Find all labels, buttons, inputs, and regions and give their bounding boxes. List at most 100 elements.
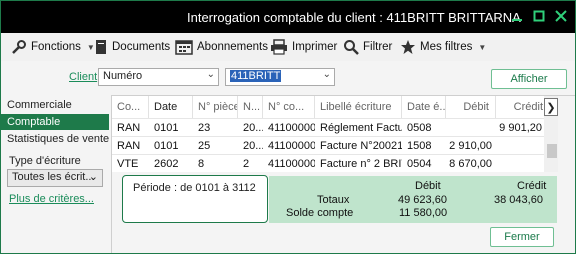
field-select-value: Numéro [103,70,143,82]
cell-account: 41100000 [268,158,315,170]
cell-credit: 9 901,20 [499,122,542,134]
entry-type-value: Toutes les écrit... [12,171,95,183]
toolbar: Fonctions ▼ Documents Abonnements Imprim… [1,33,575,62]
cell-n: 2 [243,158,250,170]
cell-credit [496,137,546,155]
close-button[interactable]: Fermer [490,227,554,247]
cell-piece: 23 [198,122,211,134]
chevron-down-icon: ⌄ [322,69,331,80]
show-button[interactable]: Afficher [491,69,567,89]
entries-table: Co... Date ▲ N° pièce N... N° co... Libe… [112,96,558,172]
cell-label: Réglement Facture [320,122,402,134]
documents-label: Documents [112,41,171,53]
functions-button[interactable]: Fonctions ▼ [11,39,95,55]
column-header-n[interactable]: N... [238,96,263,118]
cell-account: 41100000 [268,140,315,152]
wrench-icon [12,40,26,54]
cell-account: 41100000 [268,122,315,134]
cell-piece: 8 [198,158,205,170]
star-icon [401,40,415,54]
balance-debit-value: 11 580,00 [399,207,448,219]
printer-icon [271,39,287,55]
scrollbar-thumb[interactable] [547,144,557,158]
more-criteria-link[interactable]: Plus de critères... [9,193,94,205]
column-header-debit[interactable]: Débit [446,96,496,118]
accounting-query-window: Interrogation comptable du client : 411B… [0,0,576,254]
period-text: Période : de 0101 à 3112 [133,182,256,194]
totals-credit-header: Crédit [517,180,547,192]
cell-date: 2602 [154,158,179,170]
client-input-value: 411BRITT [230,70,282,82]
documents-button[interactable]: Documents [94,39,170,55]
client-link[interactable]: Client [69,71,97,83]
chevron-down-icon: ⌄ [88,171,98,183]
subscriptions-button[interactable]: Abonnements [175,39,268,55]
cell-due-date: 0504 [407,158,432,170]
print-label: Imprimer [292,41,338,53]
calendar-icon [175,40,193,55]
entry-type-select[interactable]: Toutes les écrit... ⌄ [7,169,103,187]
sidebar: Commerciale Comptable Statistiques de ve… [1,95,112,253]
column-header-code[interactable]: Co... [112,96,149,118]
balance-label: Solde compte [286,207,354,219]
cell-label: Facture n° 2 BRITTA [320,158,402,170]
chevron-down-icon: ▼ [478,42,487,52]
entry-type-label: Type d'écriture [9,155,81,167]
period-box: Période : de 0101 à 3112 [122,175,268,223]
filter-button[interactable]: Filtrer [343,39,392,55]
table-row[interactable]: RAN 0101 23 20... 41100000 Réglement Fac… [112,118,558,137]
filter-label: Filtrer [363,41,393,53]
functions-label: Fonctions [31,41,81,53]
totals-debit-header: Débit [415,180,441,192]
window-scrollbar[interactable] [558,96,575,253]
print-button[interactable]: Imprimer [270,39,337,55]
column-header-date-label: Date [154,101,178,113]
column-header-credit[interactable]: Crédit [496,96,546,118]
cell-due-date: 0508 [407,122,432,134]
sidebar-item-commerciale[interactable]: Commerciale [1,97,109,113]
cell-debit: 2 910,00 [449,140,492,152]
search-icon [344,40,359,55]
cell-n: 20... [243,140,263,152]
totals-panel: Débit Crédit Totaux 49 623,60 38 043,60 … [269,176,557,223]
cell-date: 0101 [154,122,179,134]
totals-label: Totaux [317,194,350,206]
chevron-down-icon: ⌄ [206,69,215,80]
cell-code: VTE [117,158,139,170]
totals-debit-value: 49 623,60 [398,194,447,206]
client-input[interactable]: 411BRITT ⌄ [225,68,335,86]
cell-debit: 8 670,00 [449,158,492,170]
cell-debit [446,119,496,137]
table-row[interactable]: VTE 2602 8 2 41100000 Facture n° 2 BRITT… [112,154,558,172]
cell-code: RAN [117,140,141,152]
column-header-piece[interactable]: N° pièce [193,96,238,118]
document-icon [96,40,106,54]
title-bar: Interrogation comptable du client : 411B… [1,1,575,33]
cell-code: RAN [117,122,141,134]
chevron-right-icon: ❯ [546,101,556,114]
totals-credit-value: 38 043,60 [494,194,543,206]
search-row: Client Numéro ⌄ 411BRITT ⌄ Afficher [1,61,575,96]
column-header-label[interactable]: Libellé écriture [315,96,402,118]
sidebar-item-comptable[interactable]: Comptable [1,114,109,130]
cell-piece: 25 [198,140,211,152]
sidebar-item-statistiques[interactable]: Statistiques de vente [1,131,109,147]
next-columns-button[interactable]: ❯ [544,98,558,116]
cell-due-date: 1508 [407,140,432,152]
my-filters-button[interactable]: Mes filtres ▼ [400,39,486,55]
window-title: Interrogation comptable du client : 411B… [187,10,521,25]
column-header-account[interactable]: N° co... [263,96,315,118]
my-filters-label: Mes filtres [420,41,473,53]
column-header-due-date[interactable]: Date é... [402,96,446,118]
maximize-icon[interactable] [528,5,550,27]
minimize-icon[interactable] [506,5,528,27]
close-icon[interactable] [550,5,572,27]
cell-credit [496,155,546,172]
cell-date: 0101 [154,140,179,152]
subscriptions-label: Abonnements [197,41,268,53]
field-select[interactable]: Numéro ⌄ [98,68,219,86]
cell-n: 20... [243,122,263,134]
column-header-date[interactable]: Date ▲ [149,96,193,118]
cell-label: Facture N°200210 [320,140,402,152]
table-row[interactable]: RAN 0101 25 20... 41100000 Facture N°200… [112,136,558,155]
